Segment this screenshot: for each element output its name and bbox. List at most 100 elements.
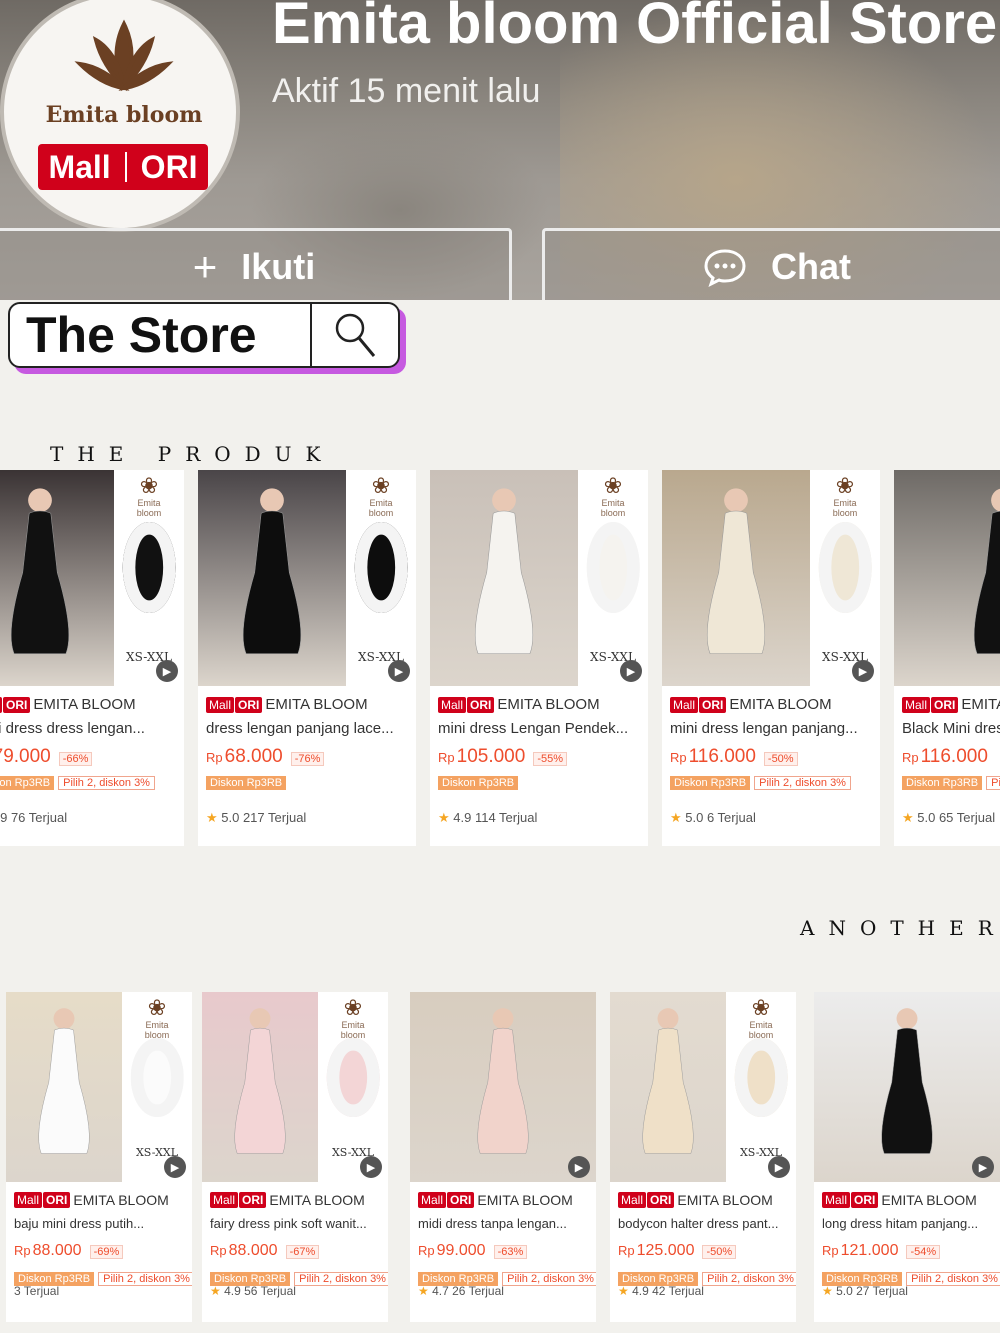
product-meta: ★ 4.9 42 Terjual: [618, 1284, 704, 1298]
dress-figure-icon: [642, 1008, 694, 1154]
play-icon[interactable]: ▶: [852, 660, 874, 682]
play-icon[interactable]: ▶: [568, 1156, 590, 1178]
product-image[interactable]: ❀ Emita bloom XS-XXL ▶: [198, 470, 416, 686]
product-title[interactable]: mini dress lengan panjang...: [670, 720, 872, 737]
discount-badge: -66%: [58, 752, 93, 766]
product-meta: ★ 4.7 26 Terjual: [418, 1284, 504, 1298]
badge-mall: Mall: [210, 1192, 239, 1208]
store-name: Emita bloom Official Store: [272, 0, 998, 56]
product-price: Rp 125.000 -50%: [618, 1242, 737, 1260]
product-image[interactable]: ❀ Emita bloom XS-XXL ▶: [202, 992, 388, 1182]
star-icon: ★: [206, 810, 218, 825]
search-button[interactable]: [312, 304, 398, 366]
product-image[interactable]: ❀ Emita bloom XS-XXL ▶: [6, 992, 192, 1182]
play-icon[interactable]: ▶: [972, 1156, 994, 1178]
discount-badge: -54%: [906, 1245, 941, 1259]
play-icon[interactable]: ▶: [164, 1156, 186, 1178]
rating-value: 4.7: [428, 1284, 453, 1298]
product-title[interactable]: long dress hitam panjang...: [822, 1216, 992, 1231]
star-icon: ★: [822, 1284, 833, 1298]
product-title[interactable]: dress lengan panjang lace...: [206, 720, 408, 737]
product-title[interactable]: mini dress Lengan Pendek...: [438, 720, 640, 737]
product-title[interactable]: baju mini dress putih...: [14, 1216, 184, 1231]
discount-badge: -55%: [533, 752, 567, 766]
star-icon: ★: [670, 810, 682, 825]
product-card[interactable]: ❀ Emita bloom XS-XXL ▶ Mall ORI EMITA BLOOM dre…: [198, 470, 416, 846]
currency-label: Rp: [670, 750, 687, 765]
product-meta: ★ 4.9 76 Terjual: [0, 810, 67, 826]
sold-count: 42 Terjual: [652, 1284, 704, 1298]
sold-count: 3 Terjual: [14, 1284, 60, 1298]
badge-ori: ORI: [931, 696, 959, 713]
play-icon[interactable]: ▶: [620, 660, 642, 682]
product-card[interactable]: ❀Emita bloomXS-XXL▶ MallORIEMITA BLOOM min…: [662, 470, 880, 846]
product-image[interactable]: ❀ Emita bloom XS-XXL ▶: [662, 470, 880, 686]
product-card[interactable]: ▶ Mall ORI EMITA BLOOM long dress hitam panj…: [814, 992, 1000, 1322]
play-icon[interactable]: ▶: [156, 660, 178, 682]
rating-value: 4.9: [0, 810, 8, 825]
product-image[interactable]: ❀ Emita bloom XS-XXL ▶: [430, 470, 648, 686]
product-card[interactable]: ❀Emita bloomXS-XXL▶ MallORIEMITA BLOOM min…: [0, 470, 184, 846]
bundle-badge: Pilih 2, diskon 3%: [98, 1272, 192, 1286]
follow-button[interactable]: + Ikuti: [0, 228, 512, 300]
product-photo: [610, 992, 726, 1182]
bundle-badge: Pilih 2, diskon 3%: [502, 1272, 596, 1286]
magnifier-icon: [335, 313, 376, 357]
bundle-badge: Pilih 2, diskon 3%: [754, 776, 851, 790]
product-card[interactable]: ❀ Emita bloom XS-XXL ▶ Mall ORI EMITA BLOOM baj…: [6, 992, 192, 1322]
product-tags: MallORIEMITA BLOOM: [670, 696, 832, 713]
product-title[interactable]: mini dress dress lengan...: [0, 720, 176, 737]
product-title[interactable]: midi dress tanpa lengan...: [418, 1216, 588, 1231]
product-card[interactable]: ▶ Mall ORI EMITA BLOOM midi dress tanpa leng…: [410, 992, 596, 1322]
bundle-badge: Pilih 2, diskon 3%: [906, 1272, 1000, 1286]
product-oval-preview: [130, 1037, 184, 1118]
voucher-badge: Diskon Rp3RB: [206, 776, 287, 790]
store-avatar[interactable]: Emita bloom Mall ORI: [0, 0, 240, 232]
currency-label: Rp: [210, 1243, 227, 1258]
sold-count: 217 Terjual: [242, 810, 307, 825]
play-icon[interactable]: ▶: [388, 660, 410, 682]
emita-mini-logo-icon: ❀ Emita bloom: [136, 473, 162, 519]
product-image[interactable]: ❀ Emita bloom XS-XXL ▶: [610, 992, 796, 1182]
product-title[interactable]: bodycon halter dress pant...: [618, 1216, 788, 1231]
currency-label: Rp: [822, 1243, 839, 1258]
product-title[interactable]: fairy dress pink soft wanit...: [210, 1216, 380, 1231]
product-price: Rp 116.000: [902, 746, 988, 768]
emita-mini-logo-icon: ❀ Emita bloom: [748, 995, 774, 1041]
product-title[interactable]: Black Mini dress: [902, 720, 1000, 737]
bundle-badge: Pilih 2, diskon 3%: [58, 776, 155, 790]
price-value: 116.000: [688, 746, 756, 767]
product-card[interactable]: ❀ Emita bloom XS-XXL ▶ Mall ORI EMITA BLOOM fai…: [202, 992, 388, 1322]
product-tags: MallORIEMITA BLOOM: [0, 696, 136, 713]
section-title-produk: THE PRODUK: [50, 442, 335, 466]
product-meta: ★ 4.9 56 Terjual: [210, 1284, 296, 1298]
bundle-badge: Pilih 2, diskon 3%: [294, 1272, 388, 1286]
product-tags: MallORIEMITA BLOOM: [438, 696, 600, 713]
product-image[interactable]: ▶: [894, 470, 1000, 686]
plus-icon: +: [192, 243, 218, 290]
promo-badges: Diskon Rp3RB: [438, 776, 519, 790]
chat-bubble-icon: [704, 249, 746, 287]
product-tags: MallORIEMITA BLOOM: [822, 1192, 977, 1208]
store-search-bar[interactable]: The Store: [8, 302, 400, 368]
sold-count: 65 Terjual: [938, 810, 996, 825]
play-icon[interactable]: ▶: [768, 1156, 790, 1178]
product-card[interactable]: ❀ Emita bloom XS-XXL ▶ Mall ORI EMITA BLOOM bod…: [610, 992, 796, 1322]
product-image[interactable]: ▶: [814, 992, 1000, 1182]
price-value: 88.000: [228, 1242, 278, 1259]
price-value: 79.000: [0, 746, 51, 767]
product-image[interactable]: ❀ Emita bloom XS-XXL ▶: [0, 470, 184, 686]
star-icon: ★: [902, 810, 914, 825]
rating-value: 4.9: [220, 1284, 245, 1298]
discount-badge: -50%: [702, 1245, 737, 1259]
product-card[interactable]: ❀Emita bloomXS-XXL▶ MallORIEMITA BLOOM min…: [430, 470, 648, 846]
badge-mall: Mall: [618, 1192, 647, 1208]
star-icon: ★: [210, 1284, 221, 1298]
badge-mall: Mall: [0, 696, 3, 713]
badge-ori: ORI: [43, 1192, 71, 1208]
product-brand: EMITA BLOOM: [881, 1192, 977, 1208]
play-icon[interactable]: ▶: [360, 1156, 382, 1178]
product-image[interactable]: ▶: [410, 992, 596, 1182]
chat-button[interactable]: Chat: [542, 228, 1000, 300]
product-card[interactable]: ▶ MallORIEMITA BLOOM Black Mini dress Rp116…: [894, 470, 1000, 846]
